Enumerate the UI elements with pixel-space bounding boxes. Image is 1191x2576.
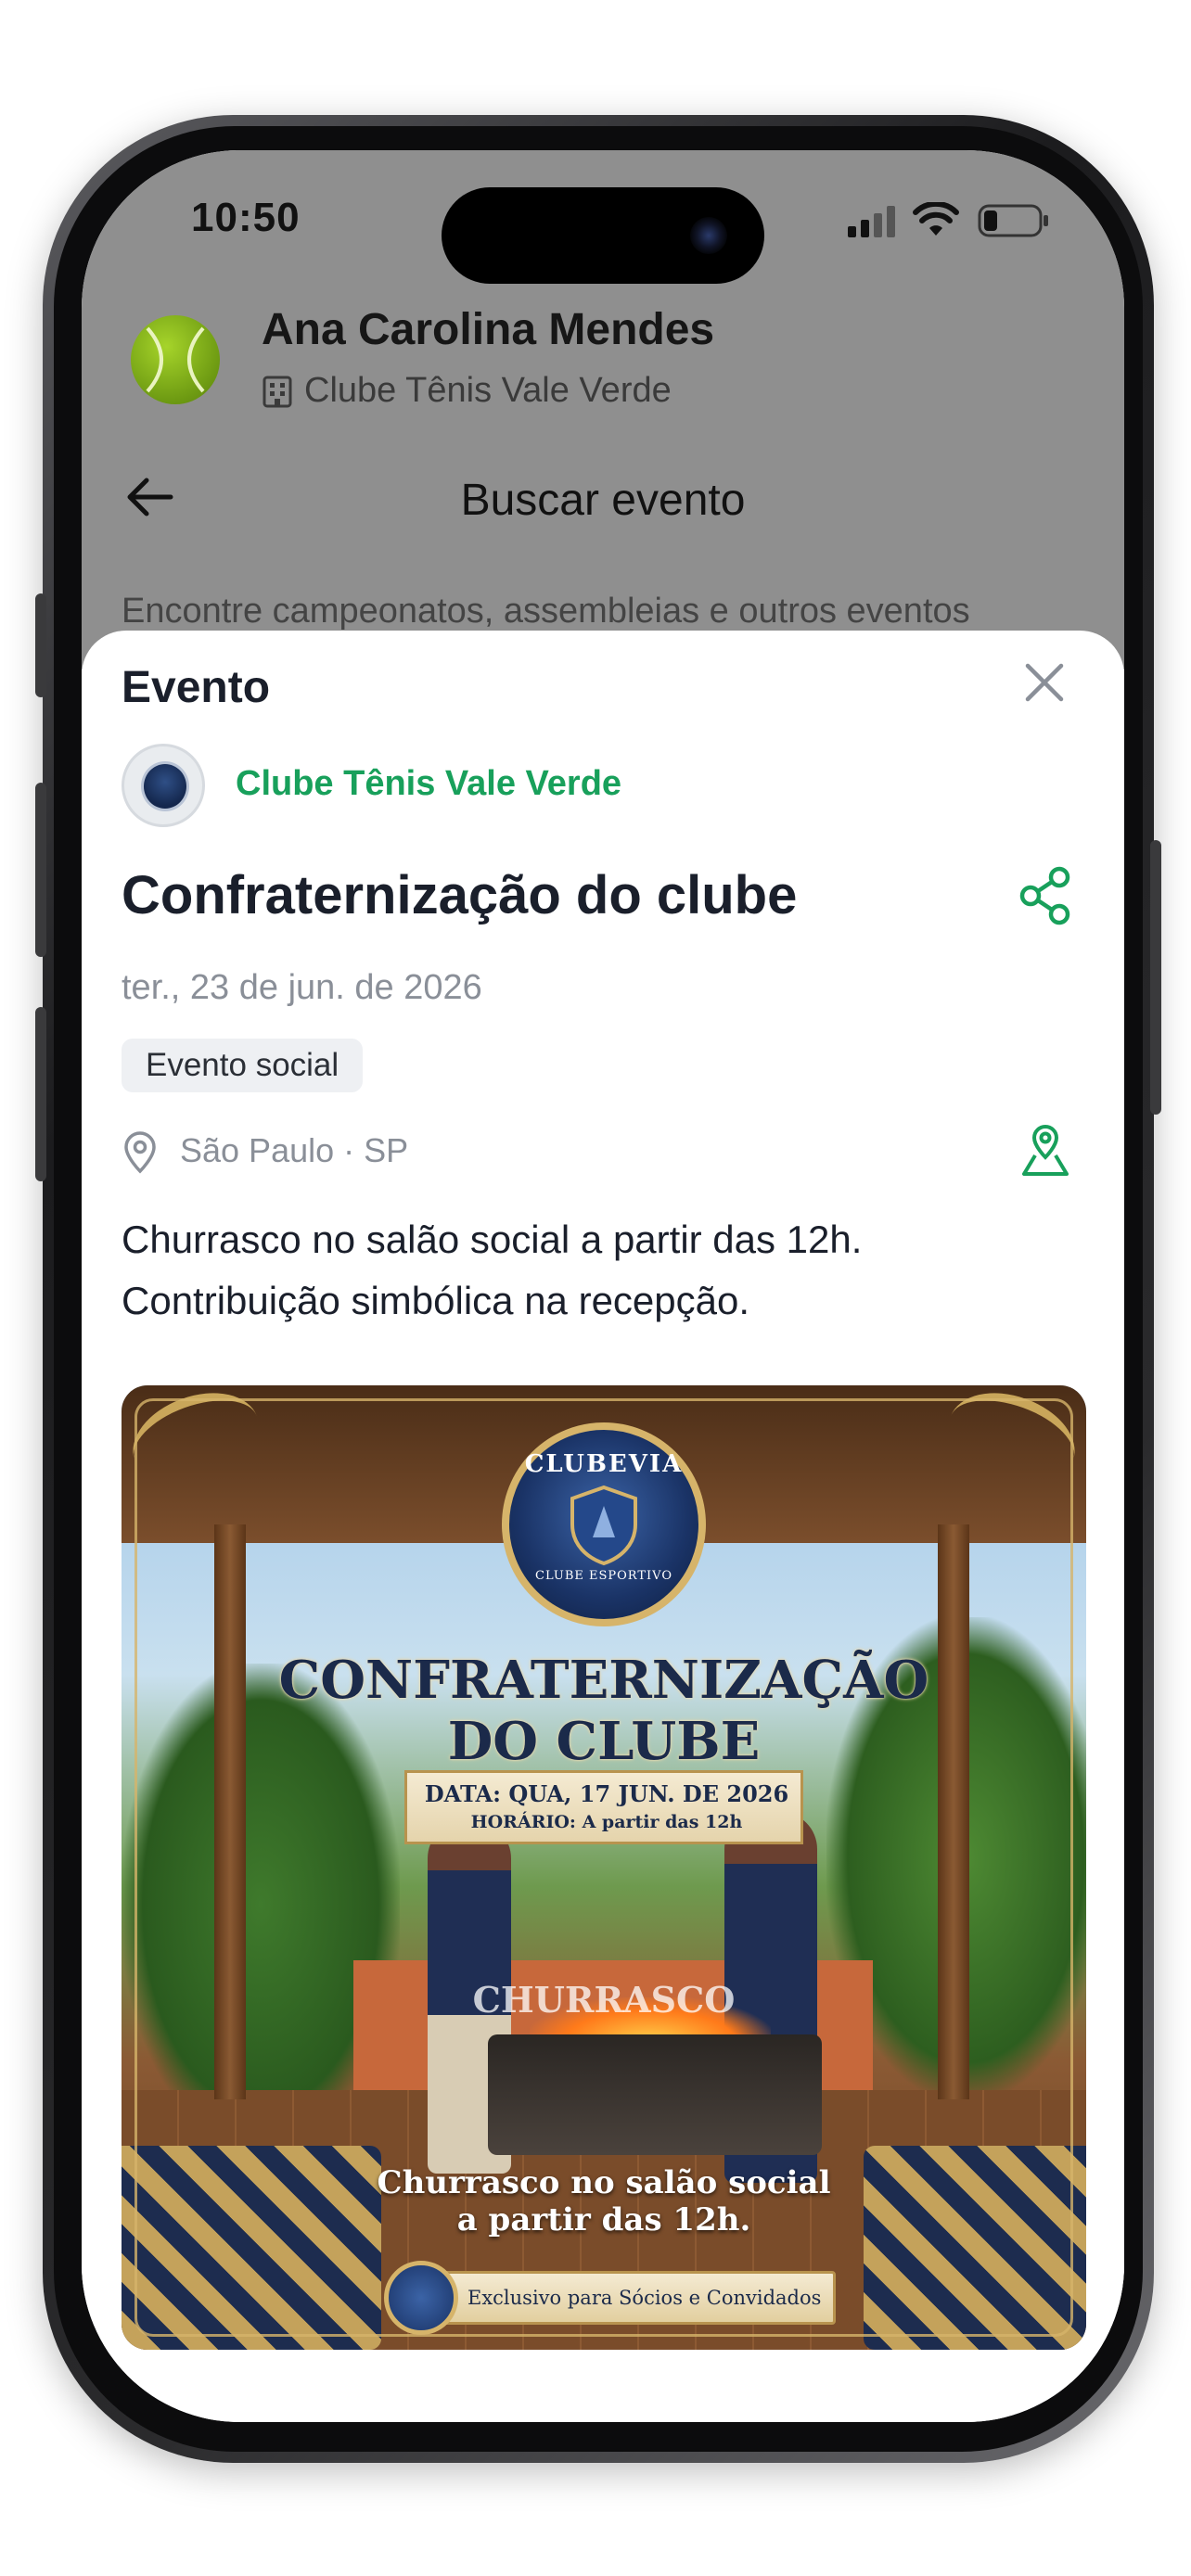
map-pin-icon[interactable] — [1020, 1124, 1070, 1178]
description-line-1: Churrasco no salão social a partir das 1… — [122, 1218, 863, 1261]
category-badge: Evento social — [122, 1039, 364, 1092]
user-club: Clube Tênis Vale Verde — [304, 371, 672, 410]
power-button — [1150, 840, 1161, 1115]
building-icon — [263, 376, 292, 408]
share-icon[interactable] — [1018, 866, 1072, 925]
event-date: ter., 23 de jun. de 2026 — [122, 968, 482, 1007]
event-title: Confraternização do clube — [122, 865, 798, 925]
tennis-ball-icon — [146, 326, 205, 393]
user-name: Ana Carolina Mendes — [262, 305, 715, 354]
close-icon[interactable] — [1018, 657, 1070, 708]
wifi-icon — [913, 202, 959, 236]
event-poster-image[interactable]: CLUBEVIA CLUBE ESPORTIVO CONFRATERNIZAÇÃ… — [122, 1385, 1086, 2350]
event-description: Churrasco no salão social a partir das 1… — [122, 1209, 1068, 1332]
club-crest — [141, 761, 189, 811]
camera-icon — [690, 217, 727, 254]
screen: 10:50 Ana Carolina Mendes Clube Tênis Va… — [82, 150, 1124, 2422]
battery-icon — [978, 204, 1048, 237]
action-button — [35, 593, 46, 697]
location-pin-icon — [124, 1131, 156, 1174]
status-time: 10:50 — [191, 195, 301, 240]
sheet-title: Evento — [122, 663, 271, 712]
page-title: Buscar evento — [460, 476, 746, 525]
signal-icon — [848, 206, 895, 237]
club-name-link[interactable]: Clube Tênis Vale Verde — [236, 764, 621, 804]
event-location: São Paulo · SP — [180, 1131, 409, 1169]
description-line-2: Contribuição simbólica na recepção. — [122, 1279, 750, 1322]
search-hint: Encontre campeonatos, assembleias e outr… — [122, 592, 970, 631]
volume-up-button — [35, 783, 46, 957]
poster-frame — [134, 1398, 1073, 2337]
volume-down-button — [35, 1007, 46, 1181]
club-logo[interactable] — [122, 744, 205, 827]
